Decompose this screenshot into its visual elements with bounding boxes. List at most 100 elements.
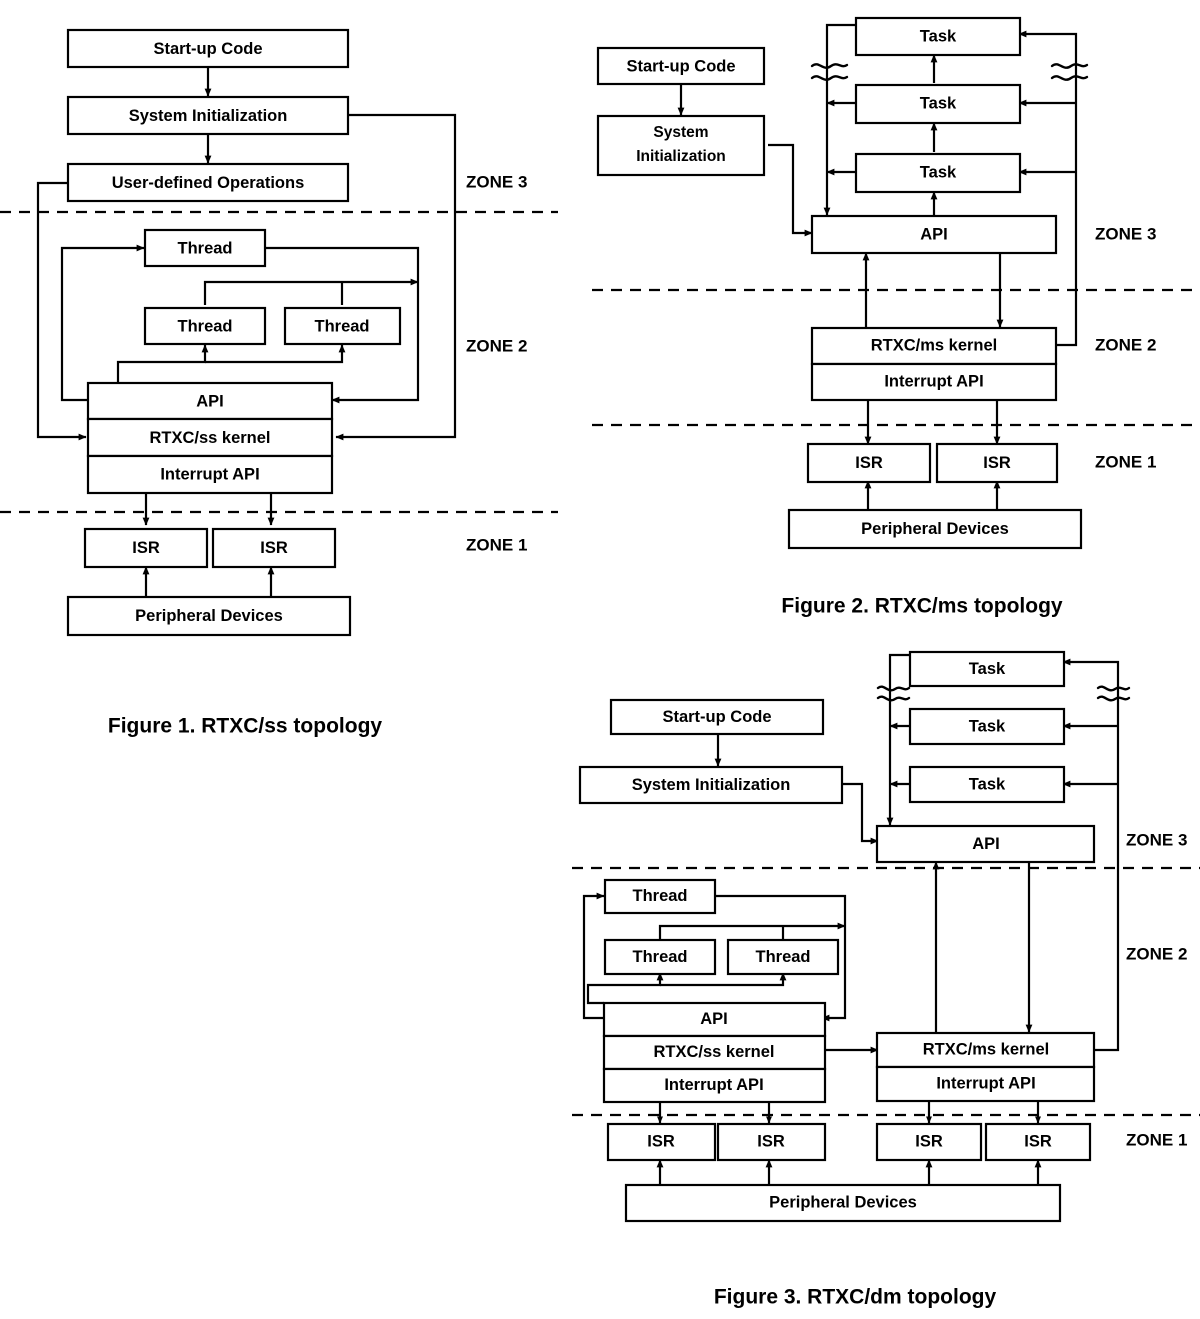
- box-label: Thread: [177, 239, 232, 257]
- box-label: Thread: [632, 948, 687, 966]
- box-label: Thread: [632, 887, 687, 905]
- box-rtxc-ss-kernel: RTXC/ss kernel: [602, 1034, 827, 1071]
- box-interrupt-api: Interrupt API: [810, 362, 1058, 402]
- box-task-3: Task: [854, 152, 1022, 194]
- box-api-ms: API: [875, 824, 1096, 864]
- box-user-defined-operations: User-defined Operations: [66, 162, 350, 203]
- box-api: API: [810, 214, 1058, 255]
- box-label: Task: [920, 94, 957, 112]
- box-task-3: Task: [908, 765, 1066, 804]
- edge-tasks-left-bus-to-api: [823, 23, 857, 216]
- box-label: Interrupt API: [664, 1076, 763, 1094]
- box-task-2: Task: [908, 707, 1066, 746]
- box-label: ISR: [855, 454, 883, 472]
- box-label: API: [920, 225, 948, 243]
- box-label: Peripheral Devices: [769, 1193, 917, 1211]
- zone-label-2: ZONE 2: [466, 336, 527, 355]
- break-mark-right-icon: [1096, 685, 1131, 702]
- box-label: RTXC/ms kernel: [871, 336, 998, 354]
- box-thread-2: Thread: [143, 306, 267, 346]
- box-label: ISR: [132, 539, 160, 557]
- box-label: Interrupt API: [160, 465, 259, 483]
- zone-label-2: ZONE 2: [1095, 335, 1156, 354]
- box-interrupt-api-ss: Interrupt API: [602, 1067, 827, 1104]
- box-label: System Initialization: [129, 107, 288, 125]
- zone-label-1: ZONE 1: [1095, 452, 1156, 471]
- box-label: ISR: [757, 1132, 785, 1150]
- box-thread-1: Thread: [143, 228, 267, 268]
- box-startup-code: Start-up Code: [609, 698, 825, 736]
- box-interrupt-api: Interrupt API: [86, 454, 334, 495]
- break-mark-left-icon: [876, 685, 911, 702]
- box-rtxc-ms-kernel: RTXC/ms kernel: [875, 1031, 1096, 1069]
- box-label: RTXC/ss kernel: [149, 429, 270, 447]
- edge-sysinit-to-kernel: [335, 113, 457, 441]
- edge-api-to-thread2: [116, 344, 209, 383]
- box-thread-3: Thread: [726, 938, 840, 976]
- box-label: Start-up Code: [662, 708, 771, 726]
- edge-sysinit-to-api: [768, 143, 813, 237]
- box-isr-1: ISR: [606, 1122, 717, 1162]
- zone-label-3: ZONE 3: [466, 172, 527, 191]
- box-label: Peripheral Devices: [861, 520, 1009, 538]
- zone-label-2: ZONE 2: [1126, 944, 1187, 963]
- box-isr-2: ISR: [716, 1122, 827, 1162]
- figure-1-caption: Figure 1. RTXC/ss topology: [108, 715, 383, 738]
- zone-label-1: ZONE 1: [1126, 1130, 1187, 1149]
- box-thread-3: Thread: [283, 306, 402, 346]
- edge-api-to-thread1: [60, 244, 145, 402]
- box-label: Interrupt API: [884, 372, 983, 390]
- edge-tasks-left-bus-to-api: [886, 653, 911, 826]
- edge-sysinit-to-api-ms: [842, 782, 879, 845]
- box-label: Start-up Code: [626, 57, 735, 75]
- topology-diagrams-canvas: Start-up Code System Initialization User…: [0, 16, 1200, 1309]
- box-startup-code: Start-up Code: [66, 28, 350, 69]
- figure-1: Start-up Code System Initialization User…: [0, 28, 558, 738]
- box-label: RTXC/ms kernel: [923, 1040, 1050, 1058]
- box-label: System Initialization: [632, 776, 791, 794]
- box-api-ss: API: [602, 1001, 827, 1038]
- box-label: RTXC/ss kernel: [653, 1043, 774, 1061]
- box-rtxc-ms-kernel: RTXC/ms kernel: [810, 326, 1058, 366]
- box-label-line2: Initialization: [636, 148, 726, 165]
- edge-thread2-to-api: [658, 922, 846, 939]
- box-rtxc-ss-kernel: RTXC/ss kernel: [86, 417, 334, 458]
- box-label: Task: [969, 775, 1006, 793]
- box-peripheral-devices: Peripheral Devices: [66, 595, 352, 637]
- figure-3-caption: Figure 3. RTXC/dm topology: [714, 1286, 997, 1309]
- box-isr-3: ISR: [875, 1122, 983, 1162]
- box-label: ISR: [260, 539, 288, 557]
- box-label: API: [972, 835, 1000, 853]
- box-interrupt-api-ms: Interrupt API: [875, 1065, 1096, 1103]
- box-isr-4: ISR: [984, 1122, 1092, 1162]
- box-label: Thread: [177, 317, 232, 335]
- box-label: User-defined Operations: [112, 174, 305, 192]
- box-label: Thread: [755, 948, 810, 966]
- box-thread-2: Thread: [603, 938, 717, 976]
- zone-label-3: ZONE 3: [1095, 224, 1156, 243]
- box-label: Task: [920, 27, 957, 45]
- box-task-2: Task: [854, 83, 1022, 125]
- box-isr-2: ISR: [935, 442, 1059, 484]
- figure-3: Start-up Code System Initialization Task…: [572, 650, 1200, 1309]
- box-label: Task: [969, 660, 1006, 678]
- box-label: ISR: [915, 1132, 943, 1150]
- edge-api-to-thread2: [586, 972, 664, 1005]
- box-startup-code: Start-up Code: [596, 46, 766, 86]
- box-label: Start-up Code: [153, 40, 262, 58]
- box-thread-1: Thread: [603, 878, 717, 915]
- box-label: API: [700, 1010, 728, 1028]
- box-task-1: Task: [908, 650, 1066, 688]
- box-label: API: [196, 392, 224, 410]
- box-label: Task: [920, 163, 957, 181]
- box-label-line1: System: [653, 124, 708, 141]
- break-mark-left-icon: [810, 63, 849, 81]
- edge-api-to-thread3: [205, 344, 346, 364]
- box-isr-1: ISR: [806, 442, 932, 484]
- box-isr-1: ISR: [83, 527, 209, 569]
- box-peripheral-devices: Peripheral Devices: [787, 508, 1083, 550]
- box-isr-2: ISR: [211, 527, 337, 569]
- box-task-1: Task: [854, 16, 1022, 57]
- zone-label-1: ZONE 1: [466, 535, 527, 554]
- box-system-initialization: System Initialization: [578, 765, 844, 805]
